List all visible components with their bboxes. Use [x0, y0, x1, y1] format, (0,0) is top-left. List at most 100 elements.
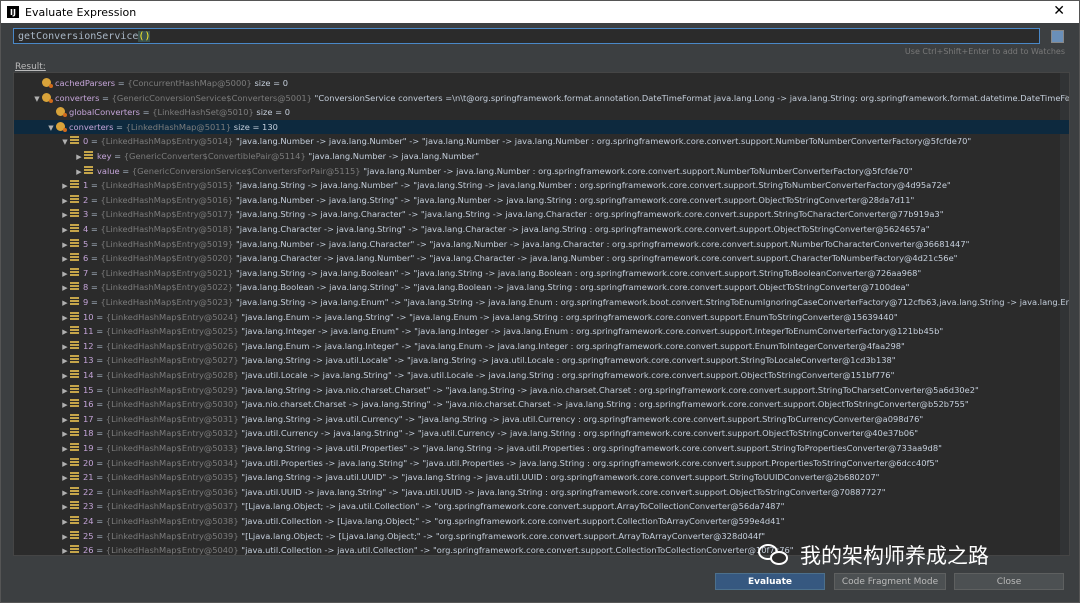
expand-arrow-icon[interactable]: ▶ — [60, 311, 70, 325]
map-entry-icon — [70, 370, 79, 378]
expand-arrow-icon[interactable]: ▶ — [60, 398, 70, 412]
close-button[interactable]: Close — [954, 573, 1064, 590]
tree-row[interactable]: ▶ 3 = {LinkedHashMap$Entry@5017} "java.la… — [14, 207, 1069, 222]
map-entry-icon — [70, 253, 79, 262]
row-type: {LinkedHashMap$Entry@5023} — [100, 297, 234, 307]
expand-arrow-icon[interactable]: ▶ — [60, 427, 70, 441]
row-name: 17 — [83, 413, 94, 424]
expand-arrow-icon[interactable]: ▶ — [60, 471, 70, 485]
tree-row[interactable]: ▶ 2 = {LinkedHashMap$Entry@5016} "java.la… — [14, 193, 1069, 208]
row-type: {LinkedHashMap$Entry@5029} — [105, 384, 239, 395]
tree-row[interactable]: ▼ converters = {LinkedHashMap@5011} size … — [14, 119, 1069, 135]
view-link[interactable]: View — [1065, 91, 1069, 105]
tree-row[interactable]: ▶ 14 = {LinkedHashMap$Entry@5028} "java.u… — [14, 368, 1069, 383]
tree-row[interactable]: ▶ 24 = {LinkedHashMap$Entry@5038} "java.u… — [14, 514, 1069, 529]
expand-arrow-icon[interactable]: ▶ — [60, 238, 70, 252]
collapse-arrow-icon[interactable]: ▼ — [32, 92, 42, 106]
expand-arrow-icon[interactable]: ▶ — [60, 296, 70, 310]
tree-row[interactable]: ▶ 17 = {LinkedHashMap$Entry@5031} "java.l… — [14, 412, 1069, 427]
tree-row[interactable]: ▶ 4 = {LinkedHashMap$Entry@5018} "java.la… — [14, 222, 1069, 237]
row-equals: = — [88, 253, 101, 264]
tree-row[interactable]: ▶ 9 = {LinkedHashMap$Entry@5023} "java.la… — [14, 295, 1069, 310]
tree-row[interactable]: ▶ 16 = {LinkedHashMap$Entry@5030} "java.n… — [14, 397, 1069, 412]
expand-arrow-icon[interactable]: ▶ — [60, 179, 70, 193]
tree-row[interactable]: ▶ 23 = {LinkedHashMap$Entry@5037} "[Ljava… — [14, 499, 1069, 514]
row-equals: = — [93, 428, 106, 439]
expand-arrow-icon[interactable]: ▶ — [60, 267, 70, 281]
row-value: "java.lang.String -> java.util.UUID" -> … — [238, 472, 880, 483]
expand-arrow-icon[interactable]: ▶ — [60, 486, 70, 500]
tree-row[interactable]: ▶ 6 = {LinkedHashMap$Entry@5020} "java.la… — [14, 251, 1069, 266]
row-equals: = — [93, 340, 106, 351]
expand-arrow-icon[interactable]: ▶ — [60, 325, 70, 339]
tree-row[interactable]: ▶ 5 = {LinkedHashMap$Entry@5019} "java.la… — [14, 237, 1069, 252]
map-entry-icon — [70, 355, 79, 364]
row-type: {LinkedHashMap$Entry@5025} — [105, 326, 239, 337]
expand-arrow-icon[interactable]: ▶ — [60, 194, 70, 208]
collapse-arrow-icon[interactable]: ▼ — [46, 121, 56, 135]
row-type: {LinkedHashMap$Entry@5036} — [105, 486, 239, 497]
expand-arrow-icon[interactable]: ▶ — [60, 208, 70, 222]
tree-row[interactable]: ▶ 19 = {LinkedHashMap$Entry@5033} "java.l… — [14, 441, 1069, 456]
expand-arrow-icon[interactable]: ▶ — [60, 530, 70, 544]
expand-arrow-icon[interactable]: ▶ — [60, 413, 70, 427]
result-tree[interactable]: cachedParsers = {ConcurrentHashMap@5000}… — [13, 72, 1070, 556]
code-fragment-mode-button[interactable]: Code Fragment Mode — [834, 573, 946, 590]
tree-row[interactable]: ▶ 1 = {LinkedHashMap$Entry@5015} "java.la… — [14, 178, 1069, 193]
expand-arrow-icon[interactable]: ▶ — [60, 340, 70, 354]
expand-arrow-icon[interactable]: ▶ — [60, 457, 70, 471]
expand-arrow-icon[interactable]: ▶ — [60, 515, 70, 529]
evaluate-button[interactable]: Evaluate — [715, 573, 825, 590]
tree-row[interactable]: ▶ key = {GenericConverter$ConvertiblePair… — [14, 149, 1069, 164]
row-name: 20 — [83, 457, 94, 468]
row-type: {LinkedHashMap$Entry@5014} — [100, 136, 234, 147]
tree-row[interactable]: ▶ 13 = {LinkedHashMap$Entry@5027} "java.l… — [14, 353, 1069, 368]
expand-arrow-icon[interactable]: ▶ — [60, 442, 70, 456]
tree-row[interactable]: ▶ 8 = {LinkedHashMap$Entry@5022} "java.la… — [14, 280, 1069, 295]
tree-row[interactable]: ▶ 20 = {LinkedHashMap$Entry@5034} "java.u… — [14, 456, 1069, 471]
expand-arrow-icon[interactable]: ▶ — [60, 500, 70, 514]
expand-arrow-icon[interactable]: ▶ — [74, 165, 84, 179]
expand-arrow-icon[interactable]: ▶ — [74, 150, 84, 164]
tree-row[interactable]: ▶ 15 = {LinkedHashMap$Entry@5029} "java.l… — [14, 383, 1069, 398]
row-equals: = — [93, 545, 106, 556]
row-name: 14 — [83, 370, 94, 380]
expand-arrow-icon[interactable]: ▶ — [60, 252, 70, 266]
map-entry-icon — [70, 428, 79, 437]
expand-arrow-icon[interactable]: ▶ — [60, 354, 70, 368]
row-type: {LinkedHashMap$Entry@5024} — [105, 311, 239, 322]
tree-row[interactable]: ▶ 10 = {LinkedHashMap$Entry@5024} "java.l… — [14, 310, 1069, 325]
tree-row[interactable]: ▶ 7 = {LinkedHashMap$Entry@5021} "java.la… — [14, 266, 1069, 281]
tree-row[interactable]: cachedParsers = {ConcurrentHashMap@5000}… — [14, 76, 1069, 90]
tree-row[interactable]: ▶ value = {GenericConversionService$Conve… — [14, 164, 1069, 179]
row-equals: = — [88, 136, 101, 147]
tree-row[interactable]: globalConverters = {LinkedHashSet@5010} … — [14, 105, 1069, 119]
tree-row[interactable]: ▶ 11 = {LinkedHashMap$Entry@5025} "java.l… — [14, 324, 1069, 339]
tree-row[interactable]: ▼ 0 = {LinkedHashMap$Entry@5014} "java.la… — [14, 134, 1069, 149]
expression-input[interactable]: getConversionService() — [13, 28, 1040, 44]
row-type: {LinkedHashMap$Entry@5017} — [100, 209, 234, 220]
row-value: "java.lang.String -> java.util.Currency"… — [238, 413, 924, 424]
expand-expression-icon[interactable] — [1051, 30, 1064, 43]
tree-row[interactable]: ▼ converters = {GenericConversionService$… — [14, 91, 1070, 106]
tree-row[interactable]: ▶ 18 = {LinkedHashMap$Entry@5032} "java.u… — [14, 426, 1069, 441]
tree-row[interactable]: ▶ 12 = {LinkedHashMap$Entry@5026} "java.l… — [14, 339, 1069, 354]
tree-row[interactable]: ▶ 21 = {LinkedHashMap$Entry@5035} "java.l… — [14, 470, 1069, 485]
row-value: "[Ljava.lang.Object; -> java.util.Collec… — [238, 501, 785, 512]
expand-arrow-icon[interactable]: ▶ — [60, 281, 70, 295]
expand-arrow-icon[interactable]: ▶ — [60, 223, 70, 237]
collapse-arrow-icon[interactable]: ▼ — [60, 135, 70, 149]
close-icon[interactable]: ✕ — [1053, 3, 1065, 19]
row-type: {LinkedHashMap$Entry@5030} — [105, 399, 239, 410]
row-value: "java.lang.Number -> java.lang.String" -… — [233, 194, 915, 205]
expand-arrow-icon[interactable]: ▶ — [60, 369, 70, 383]
map-entry-icon — [70, 457, 79, 466]
row-value: "java.lang.Integer -> java.lang.Enum" ->… — [238, 326, 944, 337]
expand-arrow-icon[interactable]: ▶ — [60, 384, 70, 398]
expand-arrow-icon[interactable]: ▶ — [60, 544, 70, 555]
row-value: "ConversionService converters =\n\t@org.… — [311, 92, 1070, 103]
map-entry-icon — [70, 530, 79, 539]
row-name: 12 — [83, 340, 94, 351]
row-type: {LinkedHashMap$Entry@5033} — [105, 443, 239, 453]
tree-row[interactable]: ▶ 22 = {LinkedHashMap$Entry@5036} "java.u… — [14, 485, 1069, 500]
